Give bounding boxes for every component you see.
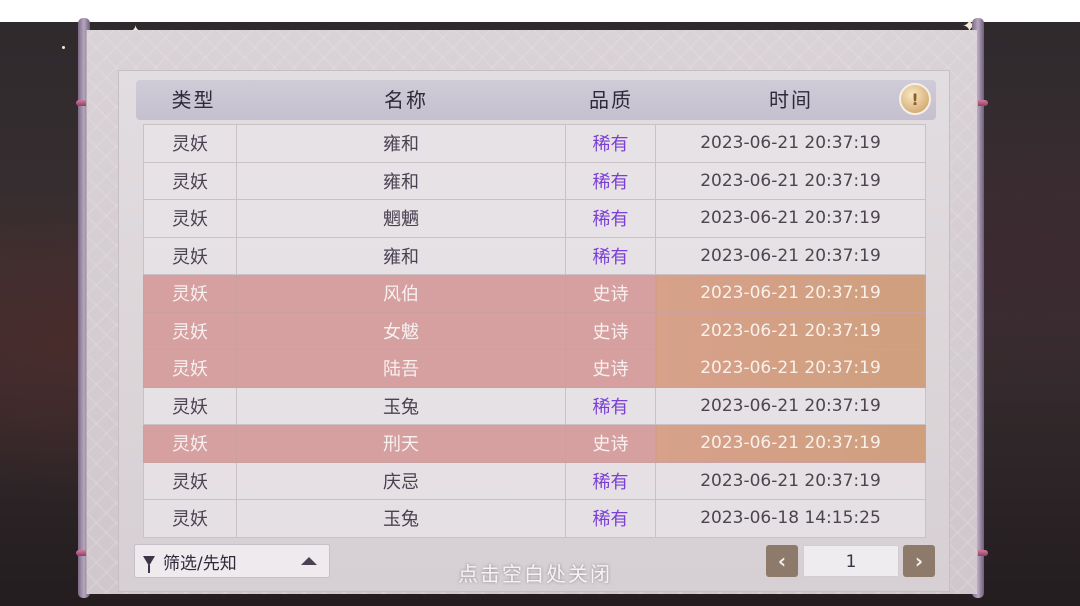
cell-quality: 史诗 (565, 424, 656, 463)
cell-time: 2023-06-21 20:37:19 (655, 124, 926, 163)
cell-time: 2023-06-21 20:37:19 (655, 199, 926, 238)
table-row: 灵妖 女魃 史诗 2023-06-21 20:37:19 (143, 311, 926, 350)
cell-quality: 稀有 (565, 236, 656, 275)
cell-type: 灵妖 (143, 461, 237, 500)
cell-time: 2023-06-21 20:37:19 (655, 386, 926, 425)
table-header: 类型 名称 品质 时间 (136, 80, 936, 120)
cell-time: 2023-06-21 20:37:19 (655, 274, 926, 313)
cell-quality: 稀有 (565, 199, 656, 238)
cell-name: 女魃 (236, 311, 566, 350)
next-page-button[interactable]: › (903, 545, 935, 577)
cell-name: 雍和 (236, 236, 566, 275)
table-row: 灵妖 魍魉 稀有 2023-06-21 20:37:19 (143, 199, 926, 238)
header-time: 时间 (769, 88, 813, 112)
table-row: 灵妖 风伯 史诗 2023-06-21 20:37:19 (143, 274, 926, 313)
cell-time: 2023-06-18 14:15:25 (655, 499, 926, 538)
info-glyph: ! (911, 89, 919, 109)
cell-type: 灵妖 (143, 499, 237, 538)
cell-time: 2023-06-21 20:37:19 (655, 236, 926, 275)
cell-name: 玉兔 (236, 386, 566, 425)
cell-name: 魍魉 (236, 199, 566, 238)
cell-time: 2023-06-21 20:37:19 (655, 349, 926, 388)
cell-type: 灵妖 (143, 349, 237, 388)
cell-type: 灵妖 (143, 236, 237, 275)
page-number: 1 (803, 545, 899, 577)
cell-name: 玉兔 (236, 499, 566, 538)
cell-quality: 史诗 (565, 349, 656, 388)
cell-time: 2023-06-21 20:37:19 (655, 461, 926, 500)
cell-time: 2023-06-21 20:37:19 (655, 161, 926, 200)
cell-quality: 稀有 (565, 124, 656, 163)
table-row: 灵妖 雍和 稀有 2023-06-21 20:37:19 (143, 161, 926, 200)
lightbulb-icon[interactable]: ! (899, 83, 931, 115)
cell-type: 灵妖 (143, 199, 237, 238)
table-row: 灵妖 玉兔 稀有 2023-06-18 14:15:25 (143, 499, 926, 538)
cell-time: 2023-06-21 20:37:19 (655, 424, 926, 463)
prev-page-button[interactable]: ‹ (766, 545, 798, 577)
chevron-up-icon (301, 557, 317, 565)
chevron-right-icon: › (914, 549, 924, 573)
table-row: 灵妖 玉兔 稀有 2023-06-21 20:37:19 (143, 386, 926, 425)
record-table: 灵妖 雍和 稀有 2023-06-21 20:37:19 灵妖 雍和 稀有 2023-06-2… (143, 124, 926, 538)
cell-type: 灵妖 (143, 311, 237, 350)
header-quality: 品质 (589, 88, 633, 112)
table-row: 灵妖 雍和 稀有 2023-06-21 20:37:19 (143, 124, 926, 163)
cell-quality: 稀有 (565, 386, 656, 425)
sparkle (62, 46, 65, 49)
header-type: 类型 (171, 88, 216, 112)
cell-type: 灵妖 (143, 161, 237, 200)
close-hint[interactable]: 点击空白处关闭 (430, 558, 640, 587)
table-row: 灵妖 庆忌 稀有 2023-06-21 20:37:19 (143, 461, 926, 500)
cell-type: 灵妖 (143, 124, 237, 163)
chevron-left-icon: ‹ (777, 549, 787, 573)
filter-icon (143, 556, 155, 573)
table-row: 灵妖 刑天 史诗 2023-06-21 20:37:19 (143, 424, 926, 463)
cell-quality: 史诗 (565, 274, 656, 313)
cell-name: 风伯 (236, 274, 566, 313)
cell-type: 灵妖 (143, 386, 237, 425)
cell-type: 灵妖 (143, 424, 237, 463)
cell-name: 雍和 (236, 124, 566, 163)
cell-quality: 稀有 (565, 461, 656, 500)
table-row: 灵妖 雍和 稀有 2023-06-21 20:37:19 (143, 236, 926, 275)
cell-quality: 稀有 (565, 161, 656, 200)
table-row: 灵妖 陆吾 史诗 2023-06-21 20:37:19 (143, 349, 926, 388)
header-name: 名称 (384, 88, 428, 112)
cell-name: 陆吾 (236, 349, 566, 388)
cell-name: 雍和 (236, 161, 566, 200)
cell-name: 刑天 (236, 424, 566, 463)
cell-time: 2023-06-21 20:37:19 (655, 311, 926, 350)
cell-name: 庆忌 (236, 461, 566, 500)
cell-type: 灵妖 (143, 274, 237, 313)
cell-quality: 稀有 (565, 499, 656, 538)
cell-quality: 史诗 (565, 311, 656, 350)
filter-label: 筛选/先知 (163, 553, 237, 574)
filter-button[interactable]: 筛选/先知 (134, 544, 330, 578)
